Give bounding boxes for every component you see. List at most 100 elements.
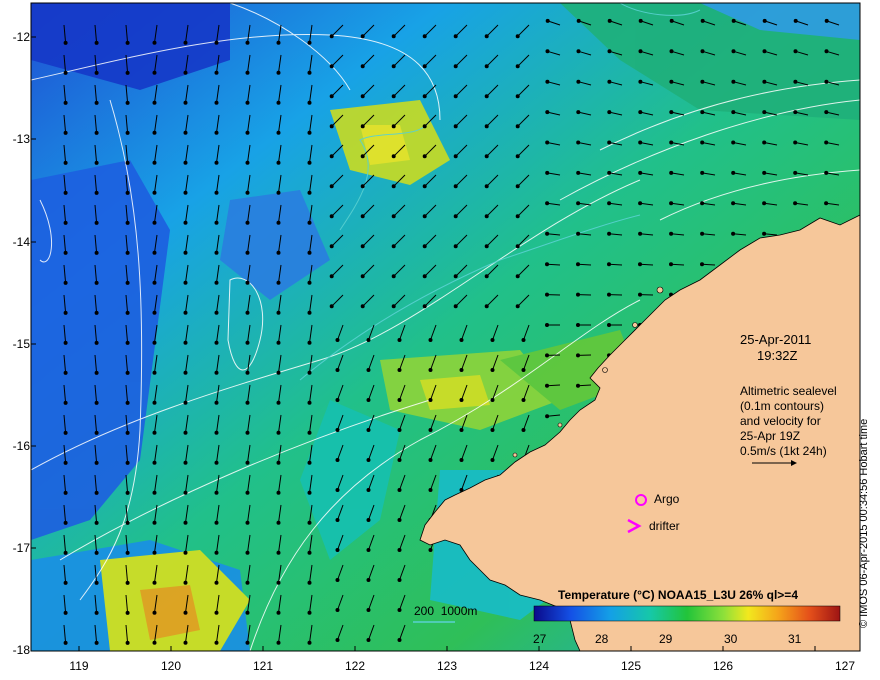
velocity-arrow-head [307,130,312,135]
velocity-arrow-head [490,398,495,402]
velocity-arrow-head [422,244,427,249]
velocity-arrow-head [490,428,495,432]
velocity-arrow-head [183,250,188,255]
velocity-arrow-head [214,640,219,645]
velocity-arrow-head [63,640,68,645]
velocity-arrow-head [366,428,371,432]
velocity-arrow-head [276,280,281,285]
velocity-arrow-head [607,262,611,267]
velocity-arrow-head [245,70,250,75]
lat-label: -12 [12,30,30,44]
velocity-arrow-head [183,310,188,315]
velocity-arrow-head [824,18,829,23]
velocity-arrow-head [391,304,396,309]
velocity-arrow-head [669,170,674,175]
velocity-arrow-head [214,370,219,375]
velocity-arrow-head [214,190,219,195]
velocity-arrow-head [638,292,642,297]
velocity-arrow-head [245,610,250,615]
velocity-arrow-head [214,310,219,315]
velocity-arrow-head [245,430,250,435]
velocity-arrow-head [700,110,705,115]
velocity-arrow-head [422,154,427,159]
lat-label: -14 [12,235,30,249]
velocity-arrow-head [391,274,396,279]
lon-label: 123 [436,659,458,673]
velocity-arrow-head [515,154,520,159]
velocity-arrow-head [545,170,550,175]
velocity-arrow-head [335,488,340,492]
velocity-arrow-head [63,280,68,285]
velocity-arrow-head [152,130,157,135]
colorbar-tick: 29 [659,632,673,646]
velocity-arrow-head [276,70,281,75]
velocity-arrow-head [63,70,68,75]
velocity-arrow-head [335,518,340,522]
velocity-arrow-head [183,520,188,525]
velocity-arrow-head [152,490,157,495]
velocity-arrow-head [793,110,798,115]
velocity-arrow-head [245,400,250,405]
velocity-arrow-head [329,274,334,279]
velocity-arrow-head [335,338,340,342]
velocity-arrow-head [276,40,281,45]
velocity-arrow-head [700,18,705,23]
velocity-arrow-head [731,201,736,206]
velocity-arrow-head [276,430,281,435]
velocity-arrow-head [245,490,250,495]
velocity-arrow-head [428,428,433,432]
velocity-arrow-head [125,430,130,435]
velocity-arrow-head [576,353,580,358]
velocity-arrow-head [576,49,581,54]
velocity-arrow-head [63,460,68,465]
velocity-arrow-head [329,184,334,189]
velocity-arrow-head [94,610,99,615]
velocity-arrow-head [669,49,674,54]
velocity-arrow-head [245,280,250,285]
velocity-arrow-head [245,100,250,105]
velocity-arrow-head [152,460,157,465]
velocity-arrow-head [576,110,581,115]
velocity-arrow-head [214,340,219,345]
velocity-arrow-head [824,110,829,115]
velocity-arrow-head [360,304,365,309]
velocity-arrow-head [793,170,798,175]
velocity-arrow-head [214,130,219,135]
velocity-arrow-head [762,140,767,145]
velocity-arrow-head [214,250,219,255]
velocity-arrow-head [397,338,402,342]
velocity-arrow-head [484,184,489,189]
velocity-arrow-head [276,160,281,165]
velocity-arrow-head [94,100,99,105]
velocity-arrow-head [307,580,312,585]
velocity-arrow-head [793,140,798,145]
velocity-arrow-head [484,34,489,39]
velocity-arrow-head [214,400,219,405]
velocity-arrow-head [360,274,365,279]
velocity-arrow-head [428,398,433,402]
velocity-arrow-head [214,430,219,435]
velocity-arrow-head [607,140,612,145]
velocity-arrow-head [576,79,581,84]
velocity-arrow-head [94,340,99,345]
colorbar-tick: 31 [788,632,802,646]
velocity-arrow-head [214,220,219,225]
velocity-arrow-head [183,190,188,195]
velocity-arrow-head [521,338,526,342]
velocity-arrow-head [360,154,365,159]
velocity-arrow-head [360,244,365,249]
velocity-arrow-head [94,640,99,645]
velocity-arrow-head [545,262,549,267]
velocity-arrow-head [607,49,612,54]
velocity-arrow-head [152,610,157,615]
velocity-arrow-head [545,79,550,84]
velocity-arrow-head [152,190,157,195]
velocity-arrow-head [515,64,520,69]
colorbar [533,605,841,622]
velocity-arrow-head [576,170,581,175]
velocity-arrow-head [762,231,767,236]
velocity-arrow-head [307,340,312,345]
velocity-arrow-head [545,323,549,327]
velocity-arrow-head [152,310,157,315]
velocity-arrow-head [576,201,581,206]
